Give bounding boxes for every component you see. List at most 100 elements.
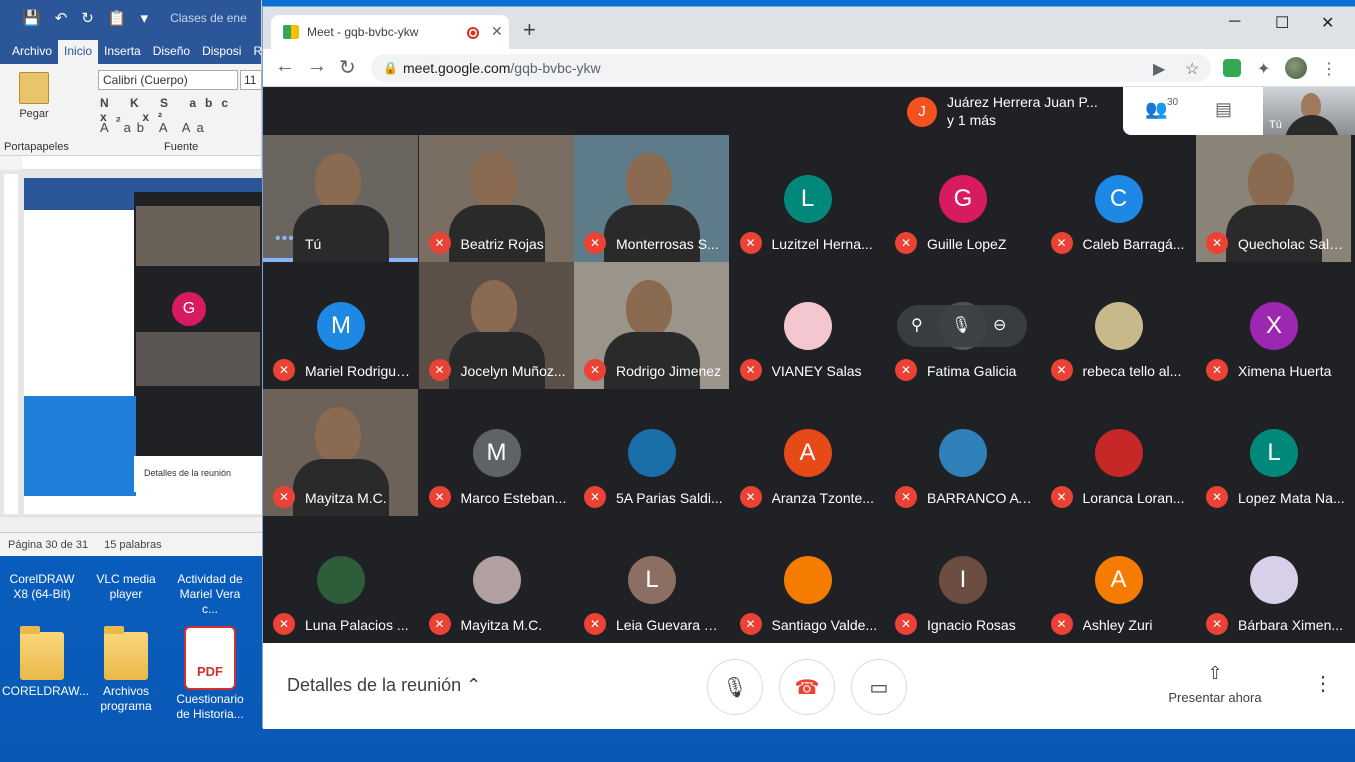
participant-tile[interactable]: ✕ Mayitza M.C. [263, 389, 418, 516]
ribbon-tab-inicio[interactable]: Inicio [58, 40, 99, 64]
self-view[interactable]: Tú [1263, 87, 1355, 135]
microphone-button[interactable]: 🎙 [707, 659, 763, 715]
participant-tile[interactable]: X ✕ Ximena Huerta [1196, 262, 1351, 389]
muted-mic-icon: ✕ [273, 359, 295, 381]
participant-tile[interactable]: ✕ Luna Palacios ... [263, 516, 418, 643]
participant-tile[interactable]: M ✕ Marco Esteban... [418, 389, 574, 516]
participant-video [626, 280, 672, 336]
participant-tile[interactable]: ✕ Rodrigo Jimenez [574, 262, 729, 389]
participant-name: Mayitza M.C. [305, 490, 387, 506]
desktop-folder-archivos[interactable]: Archivos programa [86, 626, 166, 714]
embedded-details: Detalles de la reunión [134, 456, 262, 492]
participant-tile[interactable]: M ✕ Mariel Rodrigue... [263, 262, 418, 389]
customize-icon[interactable]: ▾ [141, 9, 149, 27]
undo-icon[interactable]: ↶ [55, 9, 68, 27]
word-count[interactable]: 15 palabras [104, 539, 162, 551]
participant-avatar [317, 556, 365, 604]
close-tab-icon[interactable]: ✕ [491, 23, 503, 40]
participant-video [626, 153, 672, 209]
reload-icon[interactable]: ↻ [339, 55, 356, 80]
participant-name: Guille LopeZ [927, 236, 1007, 252]
desktop-icon-vlc[interactable]: VLC media player [86, 572, 166, 602]
mute-icon[interactable]: 🎙 [951, 315, 971, 335]
participant-tile[interactable]: ✕ BARRANCO AT... [885, 389, 1040, 516]
participant-tile[interactable]: L ✕ Leia Guevara Y ... [574, 516, 729, 643]
bookmark-star-icon[interactable]: ☆ [1185, 59, 1199, 79]
participant-tile[interactable]: ✕ Beatriz Rojas [418, 135, 574, 262]
camera-indicator-icon[interactable]: ▶ [1153, 59, 1165, 79]
desktop-icon-actividad[interactable]: Actividad de Mariel Vera c... [170, 572, 250, 617]
participant-name: BARRANCO AT... [927, 490, 1035, 506]
ribbon-tab-archivo[interactable]: Archivo [6, 40, 58, 64]
participant-tile[interactable]: ✕ Mayitza M.C. [418, 516, 574, 643]
horizontal-scrollbar[interactable] [0, 516, 262, 532]
redo-icon[interactable]: ↻ [81, 9, 94, 27]
participant-tile[interactable]: ✕ Santiago Valde... [729, 516, 885, 643]
participant-tile[interactable]: ✕ Quecholac Sala... [1196, 135, 1351, 262]
maximize-icon[interactable]: ☐ [1275, 13, 1289, 33]
muted-mic-icon: ✕ [895, 486, 917, 508]
participant-video [470, 153, 517, 209]
participant-tile[interactable]: ✕ Jocelyn Muñoz... [418, 262, 574, 389]
participant-tile[interactable]: A ✕ Aranza Tzonte... [729, 389, 885, 516]
participant-tile[interactable]: G ✕ Guille LopeZ [885, 135, 1040, 262]
more-options-icon[interactable]: ⋮ [1313, 671, 1333, 696]
new-tab-icon[interactable]: + [523, 17, 536, 43]
participant-tile[interactable]: ✕ Bárbara Ximen... [1196, 516, 1351, 643]
participant-avatar: A [783, 429, 832, 477]
leave-call-button[interactable]: ☎ [779, 659, 835, 715]
pin-icon[interactable]: ⚲ [911, 315, 923, 335]
participant-tile[interactable]: L ✕ Luzitzel Herna... [729, 135, 885, 262]
paste-icon[interactable]: 📋 [108, 9, 127, 27]
forward-icon[interactable]: → [307, 55, 327, 78]
chat-icon[interactable]: ▤ [1215, 99, 1232, 120]
participant-tile[interactable]: ✕ Loranca Loran... [1040, 389, 1196, 516]
participant-video [470, 280, 517, 336]
desktop-icon-coreldraw[interactable]: CorelDRAW X8 (64-Bit) [2, 572, 82, 602]
remove-icon[interactable]: ⊖ [993, 315, 1006, 335]
meeting-details-button[interactable]: Detalles de la reunión ⌃ [287, 675, 481, 696]
ribbon-tab-inserta[interactable]: Inserta [98, 40, 147, 64]
participant-tile[interactable]: ••• Tú [263, 135, 418, 262]
minimize-icon[interactable]: ─ [1229, 13, 1240, 31]
participant-name: Leia Guevara Y ... [616, 617, 724, 633]
participant-video [1248, 153, 1294, 209]
participant-tile[interactable]: A ✕ Ashley Zuri [1040, 516, 1196, 643]
paste-button[interactable]: Pegar [12, 72, 56, 120]
participant-tile[interactable]: ✕ Monterrosas S... [574, 135, 729, 262]
ribbon-tab-diseño[interactable]: Diseño [147, 40, 196, 64]
desktop-pdf-cuestionario[interactable]: PDF Cuestionario de Historia... [170, 626, 250, 722]
vertical-ruler [4, 174, 18, 514]
desktop-folder-coreldraw[interactable]: CORELDRAW... [2, 626, 89, 699]
extension-shield-icon[interactable] [1223, 59, 1241, 77]
extensions-puzzle-icon[interactable]: ✦ [1257, 59, 1270, 79]
save-icon[interactable]: 💾 [22, 9, 41, 27]
people-icon[interactable]: 👥 [1145, 99, 1167, 120]
participant-tile[interactable]: ✕ 5A Parias Saldi... [574, 389, 729, 516]
participant-tile[interactable]: ✕ VIANEY Salas [729, 262, 885, 389]
presenter-chip[interactable]: J Juárez Herrera Juan P... y 1 más [901, 89, 1121, 133]
present-now-button[interactable]: ⇧ Presentar ahora [1167, 663, 1263, 705]
tile-hover-controls: ⚲ 🎙 ⊖ [897, 305, 1027, 347]
participant-tile[interactable]: I ✕ Ignacio Rosas [885, 516, 1040, 643]
muted-mic-icon: ✕ [584, 613, 606, 635]
font-size-select[interactable]: 11 [240, 70, 262, 90]
profile-avatar[interactable] [1285, 57, 1307, 79]
participant-name: VIANEY Salas [771, 363, 862, 379]
ribbon-tab-disposi[interactable]: Disposi [196, 40, 247, 64]
close-window-icon[interactable]: ✕ [1321, 13, 1334, 33]
back-icon[interactable]: ← [275, 55, 295, 78]
color-buttons[interactable]: A ab A Aa [100, 120, 210, 135]
camera-button[interactable]: ▭ [851, 659, 907, 715]
participant-name: Beatriz Rojas [460, 236, 544, 252]
tab-meet[interactable]: Meet - gqb-bvbc-ykw ✕ [271, 15, 509, 49]
address-bar[interactable]: 🔒 meet.google.com/gqb-bvbc-ykw [371, 54, 1211, 82]
muted-mic-icon: ✕ [428, 232, 451, 254]
participant-tile[interactable]: ✕ rebeca tello al... [1040, 262, 1196, 389]
document-page[interactable]: G Detalles de la reunión [24, 178, 262, 514]
participant-tile[interactable]: C ✕ Caleb Barragá... [1040, 135, 1196, 262]
participant-tile[interactable]: L ✕ Lopez Mata Na... [1196, 389, 1351, 516]
chrome-menu-icon[interactable]: ⋮ [1321, 59, 1337, 79]
participant-video-body [448, 205, 545, 262]
font-name-select[interactable]: Calibri (Cuerpo) [98, 70, 238, 90]
